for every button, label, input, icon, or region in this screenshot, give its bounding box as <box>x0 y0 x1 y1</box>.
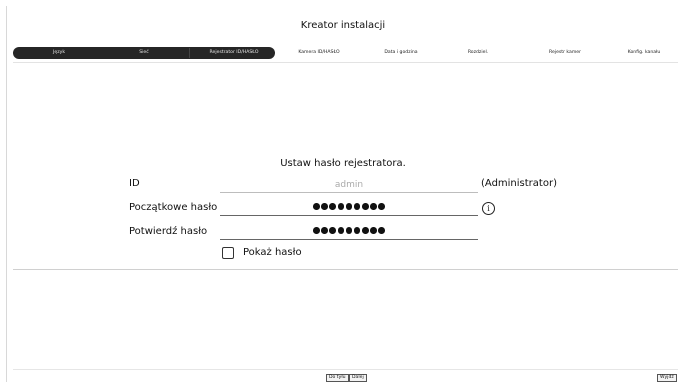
password-dot <box>353 203 361 210</box>
step-camera-registration[interactable]: Rejestr kamer <box>549 47 581 59</box>
step-divider <box>189 48 190 58</box>
form-divider <box>13 269 678 270</box>
step-channel-config[interactable]: Konfig. kanału <box>628 47 661 59</box>
confirm-password-label: Potwierdź hasło <box>129 226 208 237</box>
password-dot <box>345 203 353 210</box>
initial-password-label: Początkowe hasło <box>129 202 218 213</box>
password-dot <box>337 203 345 210</box>
password-dot <box>370 227 377 234</box>
id-note: (Administrator) <box>481 178 557 189</box>
wizard-window: Kreator instalacji Język Sieć Rejestrato… <box>6 6 678 382</box>
password-dot <box>362 227 369 234</box>
back-button[interactable]: Do tyłu <box>326 374 349 382</box>
password-dot <box>370 203 377 210</box>
step-language[interactable]: Język <box>53 47 65 59</box>
id-label: ID <box>129 178 140 189</box>
next-button[interactable]: Dalej <box>349 374 367 382</box>
info-icon[interactable]: i <box>482 202 495 215</box>
wizard-steps: Język Sieć Rejestrator ID/HASŁO Kamera I… <box>13 47 678 59</box>
confirm-password-field[interactable] <box>220 226 478 240</box>
password-dot <box>312 227 320 234</box>
password-dot <box>321 203 328 210</box>
id-value: admin <box>334 180 364 190</box>
password-dot <box>353 227 361 234</box>
initial-password-field[interactable] <box>220 202 478 216</box>
password-dot <box>329 227 336 234</box>
step-camera-id-password[interactable]: Kamera ID/HASŁO <box>298 47 339 59</box>
password-dot <box>329 203 336 210</box>
password-dot <box>378 227 386 234</box>
password-dot <box>337 227 345 234</box>
password-dot <box>312 203 320 210</box>
exit-button[interactable]: Wyjdź <box>657 374 677 382</box>
step-network[interactable]: Sieć <box>139 47 149 59</box>
password-dot <box>345 227 353 234</box>
password-dot <box>362 203 369 210</box>
password-dot <box>321 227 328 234</box>
header-divider <box>13 62 678 63</box>
show-password-label: Pokaż hasło <box>243 247 302 258</box>
id-field: admin <box>220 179 478 193</box>
masked-password <box>220 203 478 210</box>
password-dot <box>378 203 386 210</box>
step-recorder-id-password[interactable]: Rejestrator ID/HASŁO <box>210 47 259 59</box>
window-title: Kreator instalacji <box>300 20 386 31</box>
show-password-checkbox[interactable] <box>222 247 234 259</box>
step-date-time[interactable]: Data i godzina <box>384 47 417 59</box>
masked-password <box>220 227 478 234</box>
step-resolution[interactable]: Rozdziel. <box>468 47 488 59</box>
footer-divider <box>13 369 678 370</box>
form-heading: Ustaw hasło rejestratora. <box>280 158 406 169</box>
